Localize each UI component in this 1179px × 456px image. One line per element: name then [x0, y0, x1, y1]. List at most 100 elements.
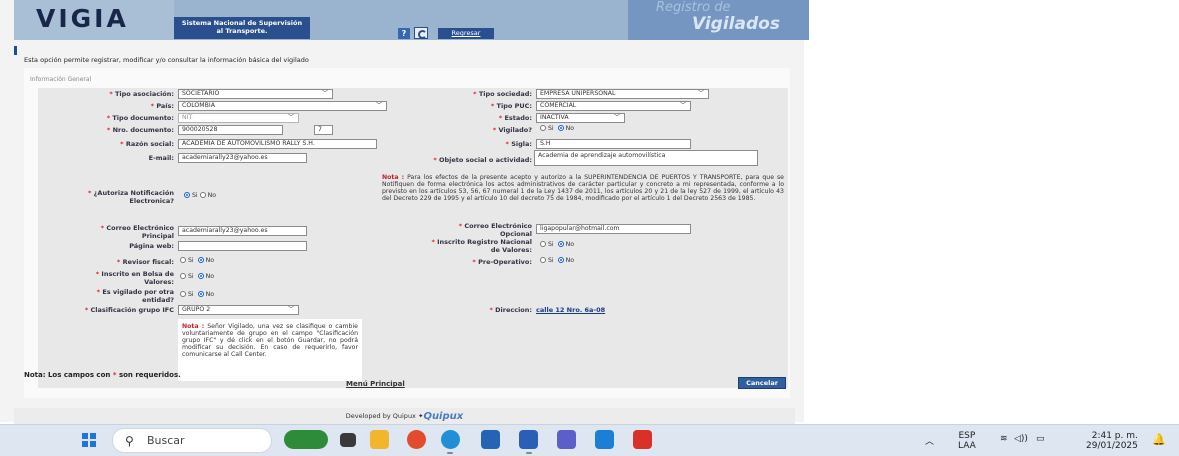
ifc-note: Nota : Señor Vigilado, una vez se clasif…	[182, 323, 358, 358]
file-explorer-icon[interactable]	[370, 430, 389, 449]
battery-icon[interactable]: ▭	[1036, 434, 1045, 444]
vigilado-si-radio[interactable]	[540, 125, 546, 131]
vigilado-otra-label: * Es vigilado por otra entidad?	[96, 288, 174, 304]
correo-opcional-label: * Correo Electrónico Opcional	[458, 222, 532, 238]
teams-icon[interactable]	[557, 430, 576, 449]
word-icon[interactable]	[519, 430, 538, 449]
wifi-icon[interactable]: ≋	[1000, 434, 1008, 444]
tipo-documento-select[interactable]: NIT ﹀	[178, 113, 299, 123]
razon-social-label: * Razón social:	[120, 140, 174, 148]
edge-icon[interactable]	[441, 430, 460, 449]
pre-operativo-no-radio[interactable]	[557, 257, 564, 263]
correo-principal-input[interactable]: academiarally23@yahoo.es	[178, 226, 307, 236]
acrobat-icon[interactable]	[633, 430, 652, 449]
chrome-icon[interactable]	[407, 430, 426, 449]
clock[interactable]: 2:41 p. m. 29/01/2025	[1086, 431, 1138, 451]
clasificacion-ifc-label: * Clasificación grupo IFC	[84, 306, 174, 314]
bolsa-valores-label: * Inscrito en Bolsa de Valores:	[95, 270, 174, 286]
pre-operativo-label: * Pre-Operativo:	[472, 258, 532, 266]
pagina-web-input[interactable]	[178, 241, 307, 251]
ifc-note-box: Nota : Señor Vigilado, una vez se clasif…	[178, 319, 362, 381]
notification-bell-icon[interactable]: 🔔	[1152, 433, 1166, 446]
chevron-down-icon: ﹀	[697, 90, 704, 97]
back-icon[interactable]	[414, 27, 428, 39]
nro-documento-input[interactable]: 900020528	[178, 125, 283, 135]
clasificacion-ifc-select[interactable]: GRUPO 2 ﹀	[178, 305, 299, 315]
form-section: Información General * Tipo asociación: S…	[24, 68, 790, 398]
autoriza-no-radio[interactable]	[199, 192, 206, 198]
cancel-button[interactable]: Cancelar	[738, 377, 786, 389]
direccion-label: * Direccion:	[489, 306, 532, 314]
email-label: E-mail:	[148, 154, 174, 162]
vigilado-otra-no-radio[interactable]	[197, 291, 204, 297]
chevron-down-icon: ﹀	[287, 306, 294, 313]
vigilado-label: * Vigilado?	[492, 126, 532, 134]
revisor-fiscal-label: * Revisor fiscal:	[116, 258, 174, 266]
registro-nacional-radio-group: Si No	[540, 241, 574, 249]
registro-si-radio[interactable]	[540, 241, 546, 247]
revisor-no-radio[interactable]	[197, 257, 204, 263]
pre-operativo-radio-group: Si No	[540, 257, 574, 265]
weather-widget-icon[interactable]	[284, 430, 328, 449]
system-subtitle: Sistema Nacional de Supervisión al Trans…	[174, 17, 310, 39]
edge-active-indicator	[447, 452, 453, 454]
autoriza-notificacion-label: * ¿Autoriza Notificación Electronica?	[87, 189, 174, 205]
bolsa-si-radio[interactable]	[180, 273, 186, 279]
tipo-asociacion-select[interactable]: SOCIETARIO ﹀	[178, 89, 333, 99]
correo-opcional-input[interactable]: ligapopular@hotmail.com	[536, 224, 691, 234]
digito-verificacion-input[interactable]: 7	[314, 125, 333, 135]
sigla-input[interactable]: S.H	[536, 139, 691, 149]
quipux-brand: Quipux	[423, 411, 464, 422]
module-title: Registro de Vigilados	[628, 0, 809, 40]
vigilado-otra-si-radio[interactable]	[180, 291, 186, 297]
outlook-icon[interactable]	[595, 430, 614, 449]
help-button[interactable]: ?	[398, 28, 410, 39]
pre-operativo-si-radio[interactable]	[540, 257, 546, 263]
app-header: VIGIA Sistema Nacional de Supervisión al…	[14, 0, 809, 40]
correo-principal-label: * Correo Electrónico Principal	[100, 224, 174, 240]
objeto-social-label: * Objeto social o actividad:	[433, 156, 532, 164]
page-footer: Developed by Quipux ✦Quipux	[14, 408, 795, 424]
vigia-logo: VIGIA	[14, 0, 174, 40]
tipo-sociedad-select[interactable]: EMPRESA UNIPERSONAL ﹀	[536, 89, 709, 99]
chevron-up-icon[interactable]: ︿	[925, 434, 934, 447]
direccion-link[interactable]: calle 12 Nro. 6a-08	[536, 306, 605, 314]
volume-icon[interactable]: ◁))	[1014, 434, 1028, 444]
nro-documento-label: * Nro. documento:	[106, 126, 174, 134]
back-button[interactable]: Regresar	[438, 28, 494, 39]
email-input[interactable]: academiarally23@yahoo.es	[178, 153, 307, 163]
subtitle-line2: al Transporte.	[216, 27, 268, 35]
task-view-icon[interactable]	[340, 433, 356, 447]
browser-page: VIGIA Sistema Nacional de Supervisión al…	[0, 0, 809, 424]
bolsa-no-radio[interactable]	[197, 273, 204, 279]
language-indicator[interactable]: ESP LAA	[958, 431, 976, 451]
taskbar: ⚲ Buscar ︿ ESP LAA ≋ ◁)) ▭ 2:41 p. m. 29/0…	[0, 424, 1179, 456]
intro-text: Esta opción permite registrar, modificar…	[24, 56, 309, 64]
tipo-puc-select[interactable]: COMERCIAL ﹀	[536, 101, 691, 111]
revisor-si-radio[interactable]	[180, 257, 186, 263]
subtitle-line1: Sistema Nacional de Supervisión	[181, 19, 303, 27]
section-title: Información General	[30, 76, 92, 83]
estado-select[interactable]: INACTIVA ﹀	[536, 113, 625, 123]
taskbar-search[interactable]: ⚲ Buscar	[112, 428, 272, 453]
chevron-down-icon: ﹀	[679, 102, 686, 109]
registro-no-radio[interactable]	[557, 241, 564, 247]
general-info-form: * Tipo asociación: SOCIETARIO ﹀ * Tipo so…	[38, 88, 788, 388]
vigilado-no-radio[interactable]	[557, 125, 564, 131]
autoriza-si-radio[interactable]	[184, 192, 190, 198]
sigla-label: * Sigla:	[505, 140, 532, 148]
pais-select[interactable]: COLOMBIA ﹀	[178, 101, 387, 111]
pagina-web-label: Página web:	[129, 242, 174, 250]
tipo-sociedad-label: * Tipo sociedad:	[473, 90, 532, 98]
pais-label: * País:	[150, 102, 174, 110]
razon-social-input[interactable]: ACADEMIA DE AUTOMOVILISMO RALLY S.H.	[178, 139, 377, 149]
chevron-down-icon: ﹀	[287, 114, 294, 121]
tipo-documento-label: * Tipo documento:	[106, 114, 174, 122]
windows-start-icon[interactable]	[82, 433, 96, 447]
search-placeholder: Buscar	[147, 434, 185, 447]
store-icon[interactable]	[481, 430, 500, 449]
main-menu-link[interactable]: Menú Principal	[346, 380, 405, 388]
autoriza-note: Nota : Para los efectos de la presente a…	[382, 174, 784, 202]
module-title-line2: Vigilados	[692, 14, 780, 34]
objeto-social-textarea[interactable]: Academia de aprendizaje automovilística	[534, 150, 758, 166]
